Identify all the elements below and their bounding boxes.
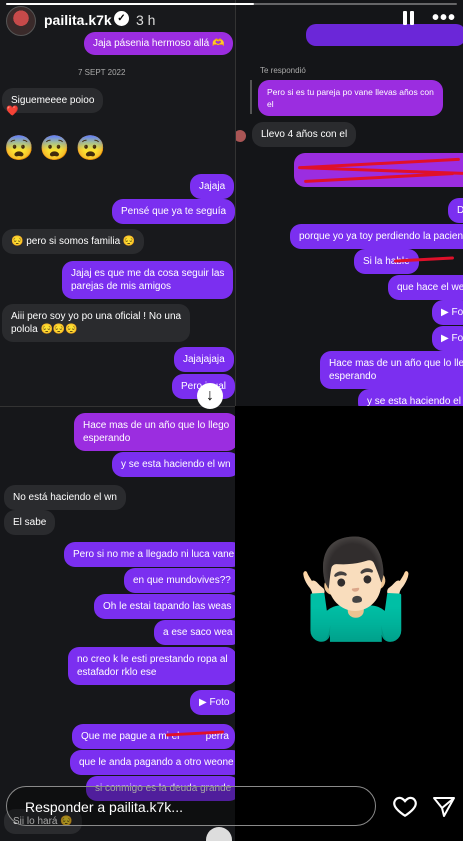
message-bubble: Oh le estai tapando las weas bbox=[94, 594, 235, 619]
send-icon[interactable] bbox=[432, 795, 456, 819]
message-bubble: en que mundovives?? bbox=[124, 568, 235, 593]
message-text: Que me pague a mi el bbox=[81, 731, 180, 742]
reply-placeholder: Responder a pailita.k7k... bbox=[25, 799, 183, 815]
message-bubble: y se esta haciendo el w bbox=[358, 389, 463, 406]
scroll-down-icon bbox=[206, 827, 232, 841]
message-bubble: Pero si no me a llegado ni luca vane bbox=[64, 542, 235, 567]
message-line: esperando bbox=[83, 433, 131, 444]
scroll-down-icon: ↓ bbox=[197, 383, 223, 409]
message-bubble: Jajaja bbox=[190, 174, 235, 199]
photo-message: ▶ Foto bbox=[190, 690, 235, 715]
message-line: Hace mas de un año que lo lleg bbox=[329, 358, 463, 369]
message-bubble: 😔 pero si somos familia 😔 bbox=[2, 229, 145, 254]
message-bubble: Que me pague a mi el perra bbox=[72, 724, 235, 749]
date-separator: 7 SEPT 2022 bbox=[78, 68, 126, 77]
redaction-scribble bbox=[304, 172, 454, 183]
quote-bar bbox=[250, 80, 252, 114]
reply-input[interactable]: Responder a pailita.k7k... bbox=[6, 786, 376, 826]
replied-label: Te respondió bbox=[260, 66, 306, 75]
message-bubble: Hace mas de un año que lo lleg esperando bbox=[320, 351, 463, 389]
redacted-message bbox=[294, 153, 463, 187]
story-timestamp: 3 h bbox=[136, 12, 156, 28]
message-bubble: que le anda pagando a otro weone bbox=[70, 750, 235, 775]
photo-message: ▶ Fo bbox=[432, 300, 463, 325]
message-line: polola 😔😔😔 bbox=[11, 324, 78, 335]
chat-screenshot-bottom-left: Hace mas de un año que lo llego esperand… bbox=[0, 406, 235, 841]
avatar bbox=[236, 130, 246, 142]
message-line: Jajaj es que me da cosa seguir las bbox=[71, 268, 225, 279]
quoted-message: Pero si es tu pareja po vane llevas años… bbox=[258, 80, 443, 116]
message-line: esperando bbox=[329, 371, 377, 382]
message-bubble: El sabe bbox=[4, 510, 56, 535]
message-bubble: Si la hable bbox=[354, 249, 455, 274]
message-bubble: Jajajajaja bbox=[174, 347, 234, 372]
message-bubble: No está haciendo el wn bbox=[4, 485, 126, 510]
pause-icon[interactable] bbox=[400, 10, 418, 28]
message-bubble: no creo k le esti prestando ropa al esta… bbox=[68, 647, 235, 685]
message-bubble: Hace mas de un año que lo llego esperand… bbox=[74, 413, 235, 451]
reaction-heart: ❤️ bbox=[6, 106, 19, 117]
message-line: parejas de mis amigos bbox=[71, 281, 172, 292]
avatar[interactable] bbox=[6, 6, 36, 36]
message-bubble: a ese saco wea bbox=[154, 620, 235, 645]
message-line: no creo k le esti prestando ropa al bbox=[77, 654, 228, 665]
message-bubble: Di bbox=[448, 198, 463, 223]
message-bubble: porque yo ya toy perdiendo la pacienc bbox=[290, 224, 463, 249]
message-line: estafador rklo ese bbox=[77, 667, 157, 678]
story-header: pailita.k7k ✓ 3 h ••• bbox=[0, 0, 463, 42]
message-bubble: Aiii pero soy yo po una oficial ! No una… bbox=[2, 304, 191, 342]
message-bubble: Llevo 4 años con el bbox=[252, 122, 357, 147]
message-bubble: que hace el weo bbox=[388, 275, 463, 300]
message-bubble: Jajaj es que me da cosa seguir las parej… bbox=[62, 261, 234, 299]
emoji-message: 😨😨😨 bbox=[4, 135, 112, 162]
photo-message: ▶ Fo bbox=[432, 326, 463, 351]
chat-screenshot-top-right: Te respondió Pero si es tu pareja po van… bbox=[235, 0, 463, 406]
message-line: el bbox=[267, 99, 274, 109]
shrug-sticker: 🤷🏻‍♂️ bbox=[296, 536, 416, 643]
message-bubble: Pensé que ya te seguía bbox=[112, 199, 235, 224]
message-line: Aiii pero soy yo po una oficial ! No una bbox=[11, 311, 182, 322]
message-bubble: y se esta haciendo el wn bbox=[112, 452, 235, 477]
message-line: Hace mas de un año que lo llego bbox=[83, 420, 230, 431]
chat-screenshot-top-left: Jaja pásenia hermoso allá 🫶 7 SEPT 2022 … bbox=[0, 0, 235, 406]
more-icon[interactable]: ••• bbox=[432, 8, 456, 28]
username[interactable]: pailita.k7k bbox=[44, 12, 112, 28]
verified-badge-icon: ✓ bbox=[114, 11, 129, 26]
heart-icon[interactable] bbox=[392, 793, 418, 825]
message-line: Pero si es tu pareja po vane llevas años… bbox=[267, 87, 434, 97]
